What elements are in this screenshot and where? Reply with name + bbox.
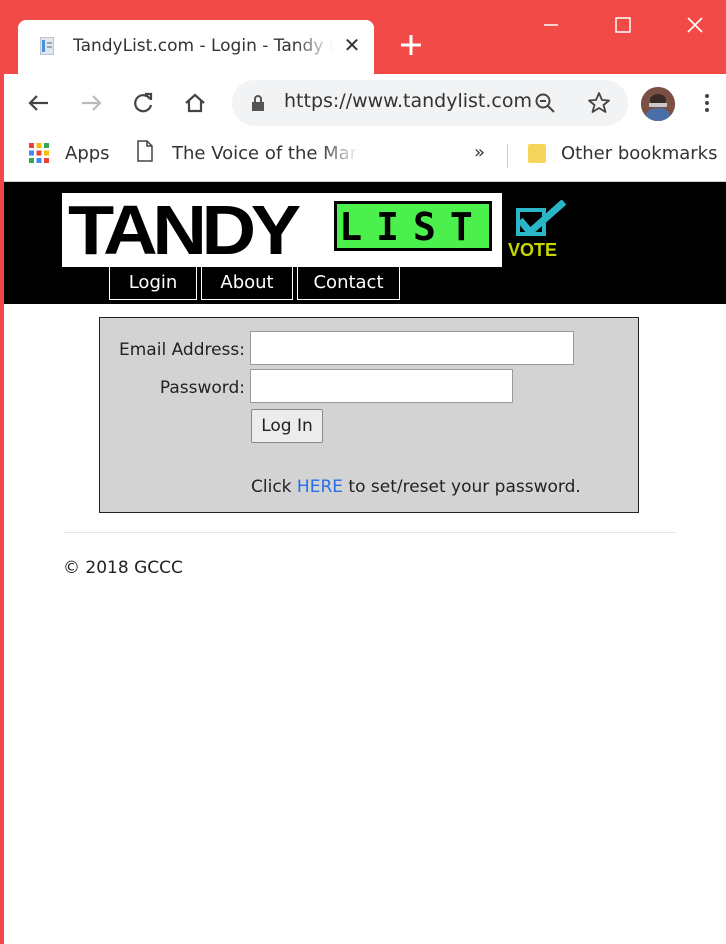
forward-arrow-icon[interactable] xyxy=(76,88,106,118)
bookmark-apps[interactable]: Apps xyxy=(65,143,110,164)
tab-close-icon[interactable]: ✕ xyxy=(340,32,364,58)
back-arrow-icon[interactable] xyxy=(24,88,54,118)
browser-menu-icon[interactable] xyxy=(700,88,714,118)
page-favicon-icon xyxy=(40,37,54,55)
password-field[interactable] xyxy=(250,369,513,403)
site-header: TANDY LIST VOTE Login About Contact xyxy=(4,182,726,304)
apps-grid-icon[interactable] xyxy=(28,142,50,164)
footer-divider xyxy=(63,532,675,533)
bookmark-star-icon[interactable] xyxy=(584,88,614,118)
logo-list-box: LIST xyxy=(334,201,492,251)
page-icon xyxy=(137,140,153,162)
new-tab-icon[interactable] xyxy=(398,32,424,58)
home-icon[interactable] xyxy=(180,88,210,118)
lock-icon xyxy=(252,95,264,111)
folder-icon xyxy=(528,144,546,163)
window-close-icon[interactable] xyxy=(680,10,710,40)
tab-title: TandyList.com - Login - Tandy List xyxy=(73,36,333,56)
browser-toolbar: https://www.tandylist.com xyxy=(4,74,726,132)
profile-avatar[interactable] xyxy=(641,87,675,121)
bookmark-other-bookmarks[interactable]: Other bookmarks xyxy=(561,143,717,164)
bookmarks-separator xyxy=(507,144,508,168)
nav-contact-button[interactable]: Contact xyxy=(297,266,400,300)
bookmarks-overflow-button[interactable]: » xyxy=(474,142,485,163)
vote-text: VOTE xyxy=(508,240,557,260)
address-bar[interactable]: https://www.tandylist.com xyxy=(232,80,628,126)
reload-icon[interactable] xyxy=(128,88,158,118)
avatar-image-icon xyxy=(641,87,675,121)
log-in-button[interactable]: Log In xyxy=(251,409,323,443)
logo-tandy-text: TANDY xyxy=(68,191,301,269)
maximize-icon[interactable] xyxy=(608,10,638,40)
nav-login-button[interactable]: Login xyxy=(109,266,197,300)
vote-checkmark-icon: VOTE xyxy=(508,200,567,260)
password-label: Password: xyxy=(159,378,245,398)
url-text: https://www.tandylist.com xyxy=(284,90,532,112)
nav-about-button[interactable]: About xyxy=(201,266,293,300)
reset-prefix: Click xyxy=(251,477,297,497)
reset-password-link[interactable]: HERE xyxy=(297,477,343,497)
email-field[interactable] xyxy=(250,331,574,365)
reset-password-text: Click HERE to set/reset your password. xyxy=(251,477,581,497)
logo-list-text: LIST xyxy=(339,205,487,249)
minimize-icon[interactable] xyxy=(536,10,566,40)
copyright-footer: © 2018 GCCC xyxy=(63,558,183,578)
reset-suffix: to set/reset your password. xyxy=(343,477,581,497)
browser-tab[interactable]: TandyList.com - Login - Tandy List ✕ xyxy=(18,20,374,74)
email-label: Email Address: xyxy=(119,340,245,360)
login-panel: Email Address: Password: Log In Click HE… xyxy=(99,317,639,513)
browser-title-bar: TandyList.com - Login - Tandy List ✕ xyxy=(0,0,726,74)
tandylist-logo[interactable]: TANDY LIST xyxy=(62,193,502,267)
zoom-icon[interactable] xyxy=(530,88,560,118)
bookmark-voice-of-martyrs[interactable]: The Voice of the Martyrs xyxy=(172,143,358,164)
bookmarks-bar: Apps The Voice of the Martyrs » Other bo… xyxy=(4,132,726,182)
